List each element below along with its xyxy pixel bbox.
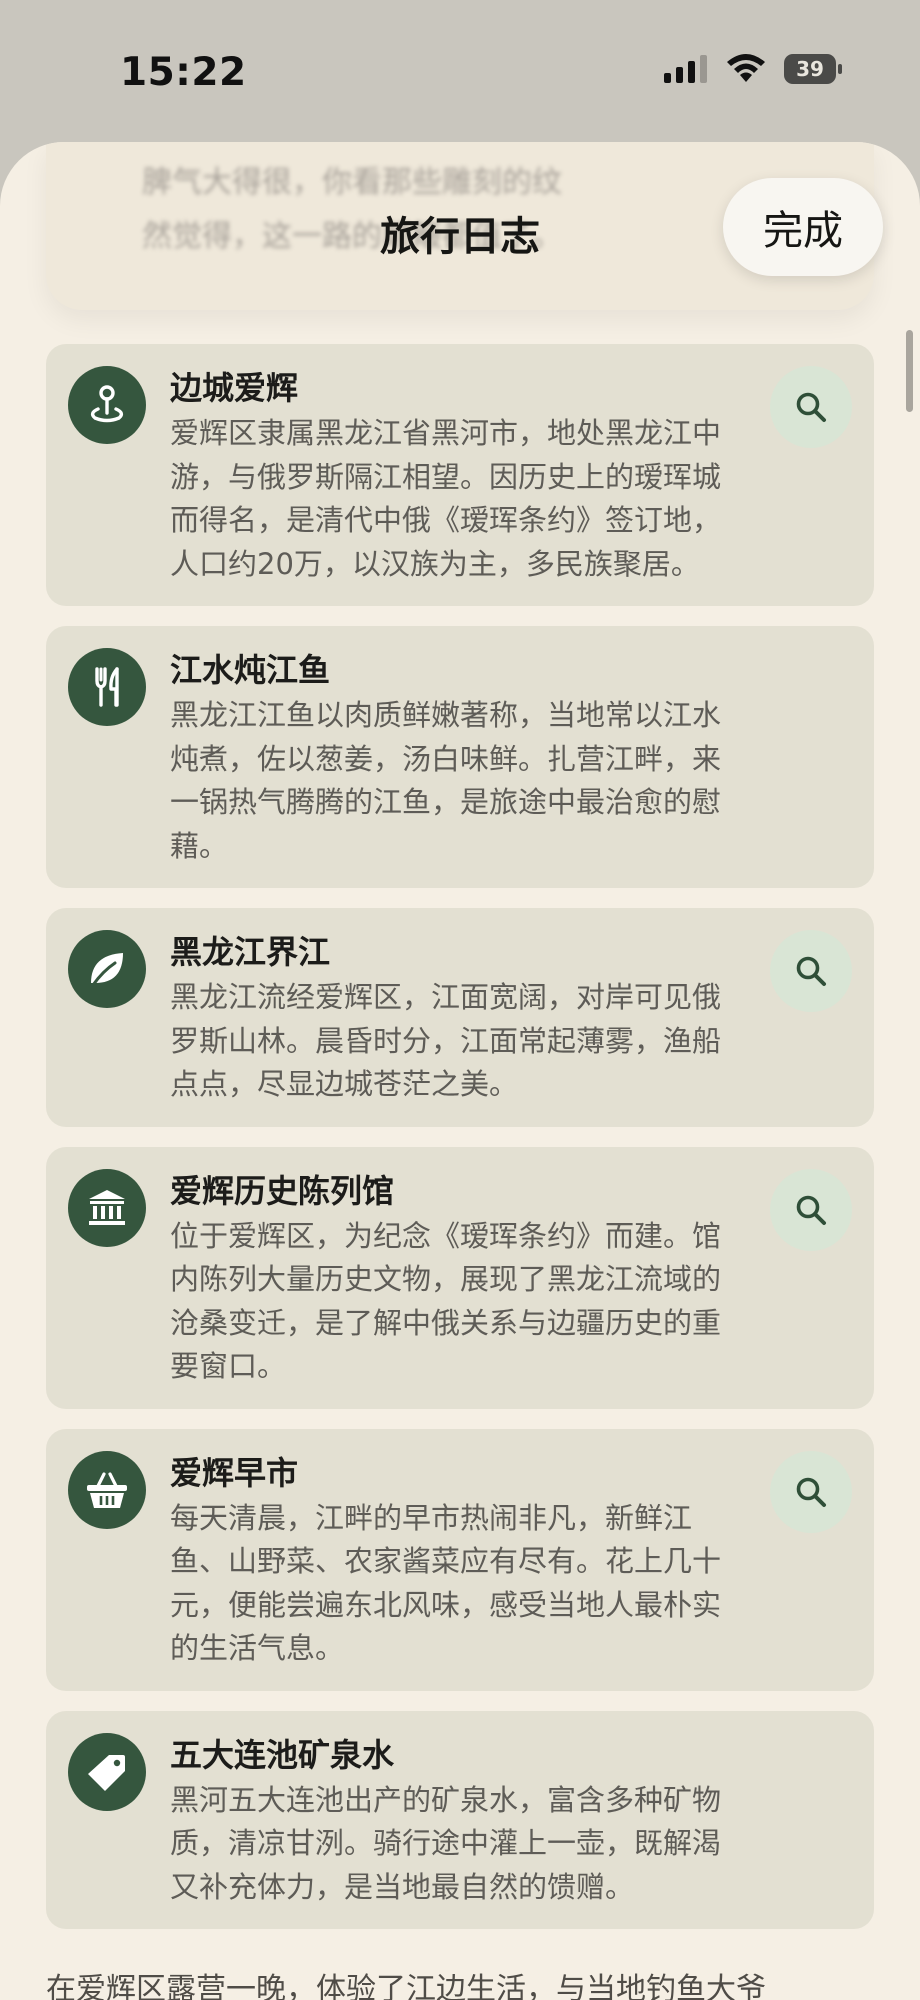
status-time: 15:22 bbox=[120, 50, 247, 95]
footer-text: 在爱辉区露营一晚，体验了江边生活，与当地钓鱼大爷 bbox=[46, 1972, 766, 2000]
magnifier-icon bbox=[796, 1477, 826, 1507]
entry-description: 位于爱辉区，为纪念《瑷珲条约》而建。馆内陈列大量历史文物，展现了黑龙江流域的沧桑… bbox=[170, 1218, 722, 1384]
magnifier-icon bbox=[796, 392, 826, 422]
entry-title: 江水炖江鱼 bbox=[170, 651, 331, 689]
entry-description: 黑龙江流经爱辉区，江面宽阔，对岸可见俄罗斯山林。晨昏时分，江面常起薄雾，渔船点点… bbox=[170, 980, 722, 1101]
tag-icon bbox=[68, 1732, 146, 1811]
scroll-indicator[interactable] bbox=[906, 330, 913, 412]
search-button[interactable] bbox=[770, 1168, 852, 1251]
entry-list: 边城爱辉爱辉区隶属黑龙江省黑河市，地处黑龙江中游，与俄罗斯隔江相望。因历史上的瑷… bbox=[46, 344, 874, 1949]
battery-icon: 39 bbox=[784, 54, 842, 84]
museum-icon bbox=[68, 1168, 146, 1247]
magnifier-icon bbox=[796, 1195, 826, 1225]
entry-description: 爱辉区隶属黑龙江省黑河市，地处黑龙江中游，与俄罗斯隔江相望。因历史上的瑷珲城而得… bbox=[170, 416, 722, 581]
leaf-icon bbox=[68, 930, 146, 1008]
done-button[interactable]: 完成 bbox=[723, 178, 883, 276]
entry-description: 黑龙江江鱼以肉质鲜嫩著称，当地常以江水炖煮，佐以葱姜，汤白味鲜。扎营江畔，来一锅… bbox=[170, 698, 722, 863]
fork-knife-icon bbox=[68, 648, 146, 726]
entry-title: 边城爱辉 bbox=[170, 369, 299, 407]
map-pin-icon bbox=[68, 366, 146, 444]
basket-icon bbox=[68, 1450, 146, 1529]
entry-title: 爱辉历史陈列馆 bbox=[170, 1171, 395, 1210]
search-button[interactable] bbox=[770, 930, 852, 1012]
entry-card[interactable]: 边城爱辉爱辉区隶属黑龙江省黑河市，地处黑龙江中游，与俄罗斯隔江相望。因历史上的瑷… bbox=[46, 344, 874, 606]
entry-title: 黑龙江界江 bbox=[170, 933, 331, 971]
entry-description: 黑河五大连池出产的矿泉水，富含多种矿物质，清凉甘洌。骑行途中灌上一壶，既解渴又补… bbox=[170, 1782, 722, 1904]
search-button[interactable] bbox=[770, 1450, 852, 1533]
entry-card[interactable]: 江水炖江鱼黑龙江江鱼以肉质鲜嫩著称，当地常以江水炖煮，佐以葱姜，汤白味鲜。扎营江… bbox=[46, 626, 874, 888]
entry-description: 每天清晨，江畔的早市热闹非凡，新鲜江鱼、山野菜、农家酱菜应有尽有。花上几十元，便… bbox=[170, 1500, 722, 1666]
entry-card[interactable]: 五大连池矿泉水黑河五大连池出产的矿泉水，富含多种矿物质，清凉甘洌。骑行途中灌上一… bbox=[46, 1710, 874, 1929]
travel-log-sheet: 脾气大得很，你看那些雕刻的纹 然觉得，这一路的颠簸都值了。 旅行日志 完成 边城… bbox=[0, 142, 920, 2000]
status-icons: 39 bbox=[664, 54, 842, 84]
status-bar: 15:22 39 bbox=[0, 0, 920, 140]
wifi-icon bbox=[727, 54, 765, 82]
entry-title: 五大连池矿泉水 bbox=[170, 1735, 395, 1774]
magnifier-icon bbox=[796, 956, 826, 986]
entry-card[interactable]: 黑龙江界江黑龙江流经爱辉区，江面宽阔，对岸可见俄罗斯山林。晨昏时分，江面常起薄雾… bbox=[46, 908, 874, 1127]
entry-title: 爱辉早市 bbox=[170, 1453, 299, 1492]
search-button[interactable] bbox=[770, 366, 852, 448]
signal-icon bbox=[664, 55, 707, 83]
entry-card[interactable]: 爱辉历史陈列馆位于爱辉区，为纪念《瑷珲条约》而建。馆内陈列大量历史文物，展现了黑… bbox=[46, 1146, 874, 1409]
entry-card[interactable]: 爱辉早市每天清晨，江畔的早市热闹非凡，新鲜江鱼、山野菜、农家酱菜应有尽有。花上几… bbox=[46, 1428, 874, 1691]
